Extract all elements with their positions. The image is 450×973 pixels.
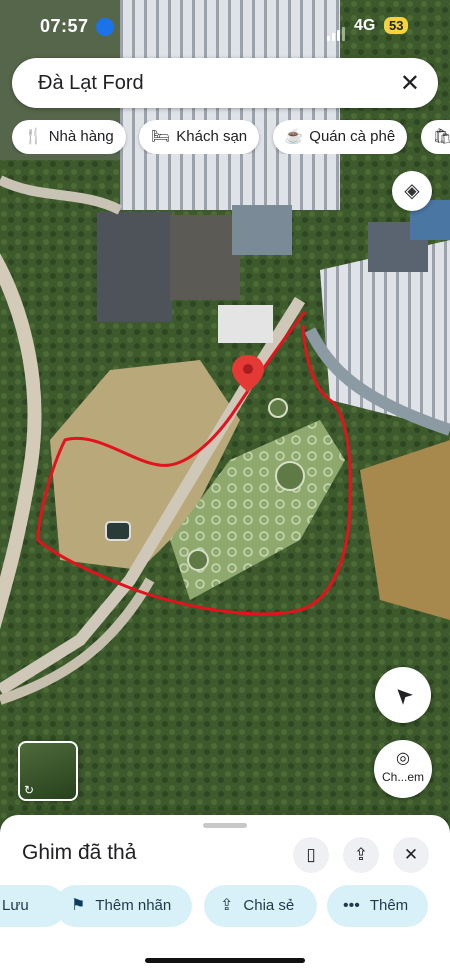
bookmark-icon: ▯ [306,845,316,864]
chip-label: Nhà hàng [48,128,114,145]
close-icon: ✕ [403,845,419,864]
add-label-button[interactable]: ⚑ Thêm nhãn [55,885,192,927]
coffee-cup-icon: ☕ [284,128,304,145]
chip-shopping[interactable]: 🛍M [420,120,450,154]
status-time: 07:57 [40,16,89,36]
battery-level: 53 [384,17,409,34]
share-icon: ⇪ [353,845,369,864]
search-query[interactable]: Đà Lạt Ford [38,72,144,95]
action-chips: Lưu ⚑ Thêm nhãn ⇪ Chia sẻ ••• Thêm [0,885,450,929]
chip-label: Quán cà phê [309,128,396,145]
save-bookmark-button[interactable]: ▯ [293,837,329,873]
action-label: Chia sẻ [243,897,295,914]
street-view-thumbnail[interactable]: ↻ [18,741,78,801]
search-bar[interactable]: Đà Lạt Ford ✕ [12,58,438,108]
shopping-bag-icon: 🛍 [432,128,450,145]
my-location-button[interactable]: ➤ [375,667,431,723]
action-label: Thêm [369,897,409,914]
home-indicator [145,958,305,963]
network-type: 4G [354,17,376,34]
status-bar: 07:57 4G 53 [0,0,450,52]
action-label: Thêm nhãn [95,897,172,914]
bed-icon: 🛏 [151,128,171,145]
rotate-360-icon: ↻ [24,783,35,797]
sheet-title: Ghim đã thả [22,841,137,864]
more-dots-icon: ••• [343,897,360,914]
layers-button[interactable]: ◈ [392,171,432,211]
layers-icon: ◈ [404,180,420,202]
chip-cafes[interactable]: ☕ Quán cà phê [272,120,408,154]
share-icon: ⇪ [220,897,234,914]
share-action-button[interactable]: ⇪ Chia sẻ [204,885,317,927]
chip-hotels[interactable]: 🛏 Khách sạn [139,120,260,154]
lens-label: Ch...em [381,770,424,784]
action-label: Lưu [2,897,29,914]
close-icon[interactable]: ✕ [400,69,420,98]
lens-button[interactable]: ◎ Ch...em [374,740,432,798]
close-sheet-button[interactable]: ✕ [393,837,429,873]
share-top-button[interactable]: ⇪ [343,837,379,873]
chip-label: Khách sạn [176,128,248,145]
fork-knife-icon: 🍴 [24,128,43,145]
place-bottom-sheet[interactable]: Ghim đã thả ▯ ⇪ ✕ Lưu ⚑ Thêm nhãn ⇪ Chia s… [0,815,450,973]
sheet-drag-handle[interactable] [203,823,247,828]
category-chips: 🍴 Nhà hàng 🛏 Khách sạn ☕ Quán cà phê 🛍M [12,120,450,154]
camera-lens-icon: ◎ [396,750,410,767]
chip-restaurants[interactable]: 🍴 Nhà hàng [12,120,126,154]
location-arrow-icon [96,18,114,36]
more-action-button[interactable]: ••• Thêm [327,885,428,927]
flag-icon: ⚑ [71,897,86,914]
navigation-arrow-icon: ➤ [387,679,419,711]
signal-bars-icon [327,20,347,41]
